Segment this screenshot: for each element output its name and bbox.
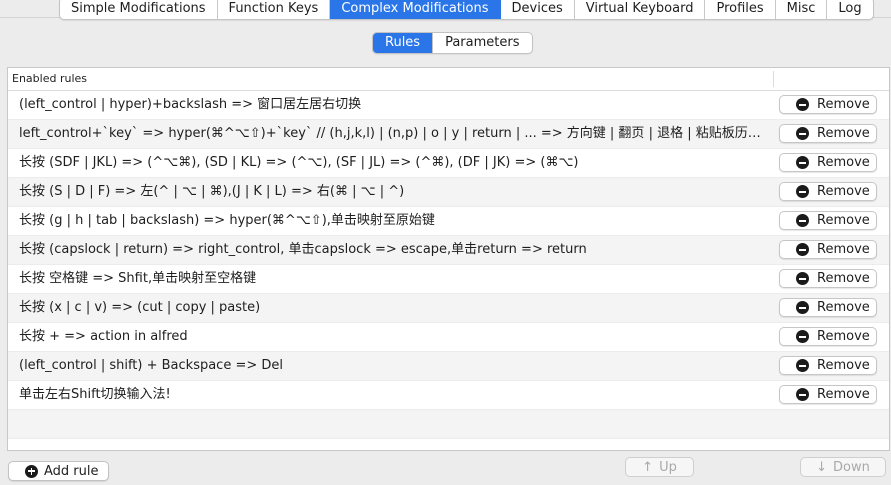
- table-row[interactable]: 长按 (g | h | tab | backslash) => hyper(⌘^…: [8, 207, 889, 236]
- empty-row: [8, 410, 889, 439]
- tab-function-keys[interactable]: Function Keys: [218, 0, 331, 19]
- rule-description: 长按 空格键 => Shfit,单击映射至空格键: [19, 271, 257, 286]
- rule-description: 长按 (g | h | tab | backslash) => hyper(⌘^…: [19, 213, 435, 228]
- tab-simple-modifications[interactable]: Simple Modifications: [60, 0, 218, 19]
- remove-label: Remove: [817, 300, 870, 315]
- column-separator: [773, 71, 774, 87]
- remove-label: Remove: [817, 387, 870, 402]
- minus-circle-icon: [796, 272, 809, 285]
- rule-description: 长按 + => action in alfred: [19, 329, 188, 344]
- column-header-enabled-rules[interactable]: Enabled rules: [12, 68, 87, 90]
- table-row[interactable]: 长按 (x | c | v) => (cut | copy | paste) R…: [8, 294, 889, 323]
- down-label: Down: [833, 459, 870, 475]
- remove-button[interactable]: Remove: [779, 356, 877, 375]
- remove-button[interactable]: Remove: [779, 124, 877, 143]
- remove-label: Remove: [817, 213, 870, 228]
- table-row[interactable]: 长按 (SDF | JKL) => (^⌥⌘), (SD | KL) => (^…: [8, 149, 889, 178]
- remove-button[interactable]: Remove: [779, 182, 877, 201]
- table-row[interactable]: 长按 (S | D | F) => 左(^ | ⌥ | ⌘),(J | K | …: [8, 178, 889, 207]
- remove-label: Remove: [817, 155, 870, 170]
- minus-circle-icon: [796, 301, 809, 314]
- remove-button[interactable]: Remove: [779, 327, 877, 346]
- table-row[interactable]: 单击左右Shift切换输入法! Remove: [8, 381, 889, 410]
- remove-button[interactable]: Remove: [779, 269, 877, 288]
- rule-description: 单击左右Shift切换输入法!: [19, 387, 171, 402]
- minus-circle-icon: [796, 359, 809, 372]
- minus-circle-icon: [796, 388, 809, 401]
- table-row[interactable]: left_control+`key` => hyper(⌘^⌥⇧)+`key` …: [8, 120, 889, 149]
- up-label: Up: [659, 459, 677, 475]
- tab-devices[interactable]: Devices: [501, 0, 575, 19]
- tab-misc[interactable]: Misc: [776, 0, 828, 19]
- rule-description: 长按 (S | D | F) => 左(^ | ⌥ | ⌘),(J | K | …: [19, 184, 405, 199]
- minus-circle-icon: [796, 185, 809, 198]
- add-rule-label: Add rule: [44, 463, 99, 479]
- table-row[interactable]: (left_control | hyper)+backslash => 窗口居左…: [8, 91, 889, 120]
- minus-circle-icon: [796, 214, 809, 227]
- remove-button[interactable]: Remove: [779, 95, 877, 114]
- add-rule-button[interactable]: Add rule: [8, 461, 109, 481]
- minus-circle-icon: [796, 127, 809, 140]
- main-tab-bar: Simple Modifications Function Keys Compl…: [59, 0, 874, 20]
- remove-label: Remove: [817, 126, 870, 141]
- minus-circle-icon: [796, 243, 809, 256]
- move-up-button[interactable]: ↑ Up: [625, 457, 694, 477]
- remove-button[interactable]: Remove: [779, 211, 877, 230]
- remove-label: Remove: [817, 271, 870, 286]
- remove-button[interactable]: Remove: [779, 153, 877, 172]
- rule-description: left_control+`key` => hyper(⌘^⌥⇧)+`key` …: [19, 126, 761, 141]
- arrow-up-icon: ↑: [642, 459, 654, 475]
- remove-label: Remove: [817, 358, 870, 373]
- table-row[interactable]: (left_control | shift) + Backspace => De…: [8, 352, 889, 381]
- plus-circle-icon: [25, 464, 38, 478]
- arrow-down-icon: ↓: [816, 459, 828, 475]
- table-row[interactable]: 长按 空格键 => Shfit,单击映射至空格键 Remove: [8, 265, 889, 294]
- enabled-rules-table: Enabled rules (left_control | hyper)+bac…: [7, 67, 890, 451]
- rules-parameters-segmented-control: Rules Parameters: [372, 32, 533, 54]
- remove-button[interactable]: Remove: [779, 385, 877, 404]
- remove-label: Remove: [817, 242, 870, 257]
- rule-description: 长按 (capslock | return) => right_control,…: [19, 242, 587, 257]
- move-down-button[interactable]: ↓ Down: [800, 457, 886, 477]
- remove-label: Remove: [817, 97, 870, 112]
- tab-virtual-keyboard[interactable]: Virtual Keyboard: [575, 0, 706, 19]
- segment-rules[interactable]: Rules: [373, 33, 433, 53]
- minus-circle-icon: [796, 330, 809, 343]
- remove-button[interactable]: Remove: [779, 298, 877, 317]
- segment-parameters[interactable]: Parameters: [432, 33, 531, 53]
- remove-label: Remove: [817, 184, 870, 199]
- tab-complex-modifications[interactable]: Complex Modifications: [330, 0, 501, 19]
- tab-profiles[interactable]: Profiles: [705, 0, 776, 19]
- remove-button[interactable]: Remove: [779, 240, 877, 259]
- remove-label: Remove: [817, 329, 870, 344]
- tab-log[interactable]: Log: [827, 0, 872, 19]
- rule-description: 长按 (x | c | v) => (cut | copy | paste): [19, 300, 261, 315]
- table-row[interactable]: 长按 + => action in alfred Remove: [8, 323, 889, 352]
- table-header: Enabled rules: [8, 68, 889, 91]
- minus-circle-icon: [796, 156, 809, 169]
- table-row[interactable]: 长按 (capslock | return) => right_control,…: [8, 236, 889, 265]
- rule-description: (left_control | shift) + Backspace => De…: [19, 358, 283, 373]
- minus-circle-icon: [796, 98, 809, 111]
- rule-description: 长按 (SDF | JKL) => (^⌥⌘), (SD | KL) => (^…: [19, 155, 579, 170]
- rule-description: (left_control | hyper)+backslash => 窗口居左…: [19, 97, 362, 112]
